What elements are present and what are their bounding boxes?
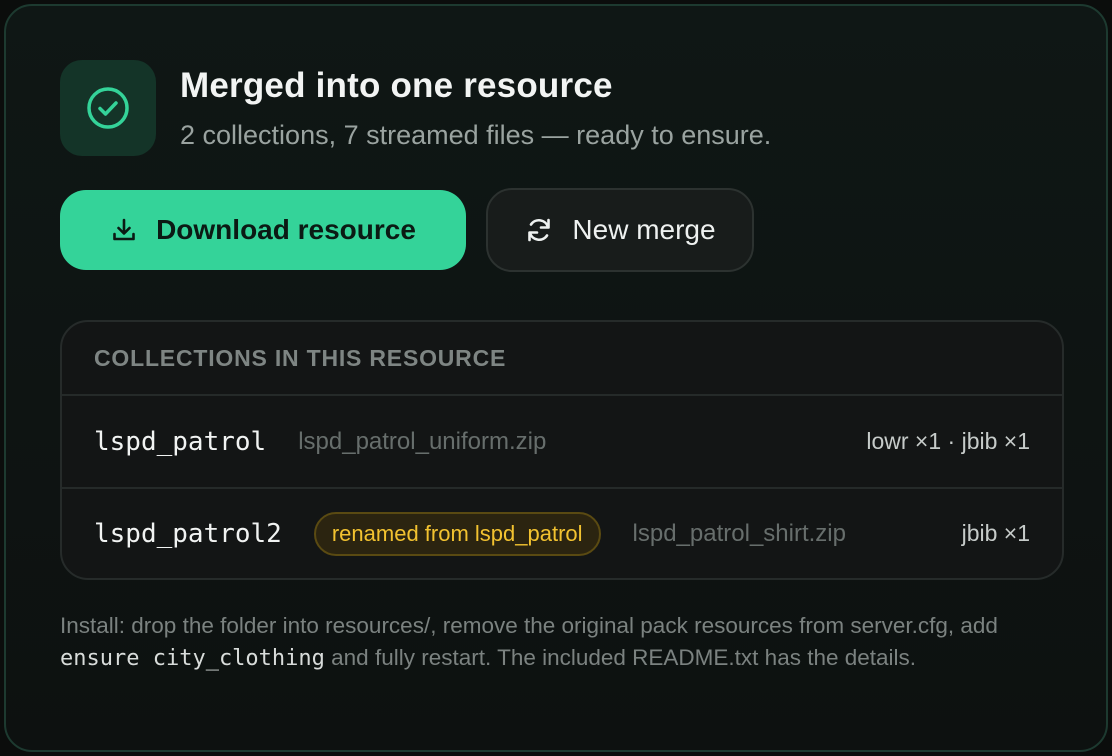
- check-circle-icon: [84, 84, 132, 132]
- collections-table: COLLECTIONS IN THIS RESOURCE lspd_patrol…: [60, 320, 1064, 580]
- table-row: lspd_patrol2 renamed from lspd_patrol ls…: [62, 487, 1062, 578]
- file-counts: jbib ×1: [961, 520, 1030, 546]
- renamed-badge: renamed from lspd_patrol: [313, 511, 601, 556]
- install-text-before: Install: drop the folder into resources/…: [60, 613, 998, 638]
- download-icon: [110, 216, 138, 244]
- collection-name: lspd_patrol2: [94, 518, 282, 549]
- download-resource-label: Download resource: [156, 214, 416, 245]
- collection-name: lspd_patrol: [94, 426, 267, 457]
- success-badge: [60, 60, 156, 156]
- new-merge-label: New merge: [572, 214, 716, 245]
- install-instructions: Install: drop the folder into resources/…: [60, 610, 1060, 675]
- new-merge-button[interactable]: New merge: [486, 188, 754, 272]
- ensure-command: ensure city_clothing: [60, 646, 325, 671]
- file-counts: lowr ×1 · jbib ×1: [866, 428, 1030, 454]
- refresh-icon: [524, 215, 554, 245]
- install-text-after: and fully restart. The included README.t…: [324, 645, 917, 670]
- merge-result-card: Merged into one resource 2 collections, …: [4, 4, 1108, 752]
- source-file: lspd_patrol_uniform.zip: [298, 427, 547, 455]
- result-subtitle: 2 collections, 7 streamed files — ready …: [180, 120, 772, 150]
- collections-heading: COLLECTIONS IN THIS RESOURCE: [62, 322, 1062, 396]
- table-row: lspd_patrol lspd_patrol_uniform.zip lowr…: [62, 396, 1062, 487]
- source-file: lspd_patrol_shirt.zip: [632, 519, 846, 547]
- download-resource-button[interactable]: Download resource: [60, 190, 466, 270]
- result-title: Merged into one resource: [180, 66, 613, 105]
